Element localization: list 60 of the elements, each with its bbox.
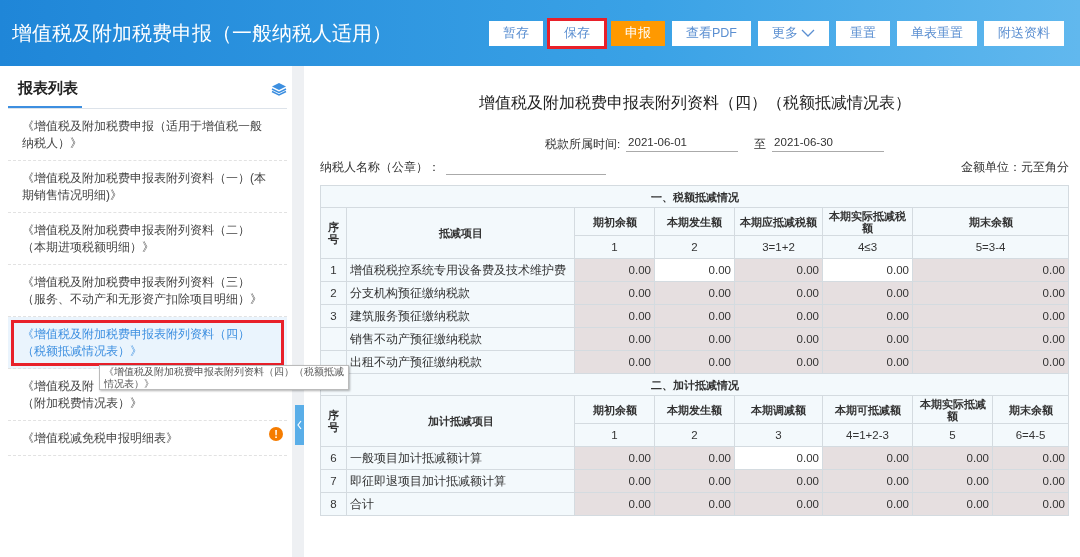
item-name-cell: 一般项目加计抵减额计算 xyxy=(346,446,575,470)
toolbar-button[interactable]: 查看PDF xyxy=(672,20,751,46)
unit-label: 金额单位：元至角分 xyxy=(961,160,1069,175)
item-name-cell: 出租不动产预征缴纳税款 xyxy=(346,350,575,374)
toolbar-button[interactable]: 暂存 xyxy=(489,20,543,46)
item-name-cell: 增值税税控系统专用设备费及技术维护费 xyxy=(346,258,575,282)
amount-cell: 0.00 xyxy=(912,327,1069,351)
page-title: 增值税及附加税费申报（一般纳税人适用） xyxy=(12,20,392,46)
report-list-item[interactable]: 《增值税及附加税费申报表附列资料（二） （本期进项税额明细）》 xyxy=(8,213,287,265)
row-number: 8 xyxy=(320,492,347,516)
amount-cell: 0.00 xyxy=(912,258,1069,282)
period-label: 税款所属时间: xyxy=(544,137,621,152)
column-header: 序号 xyxy=(320,395,347,447)
column-header: 期末余额 xyxy=(992,395,1069,424)
row-number: 7 xyxy=(320,469,347,493)
row-number: 1 xyxy=(320,258,347,282)
form-title: 增值税及附加税费申报表附列资料（四）（税额抵减情况表） xyxy=(477,93,912,113)
column-header: 本期调减额 xyxy=(734,395,823,424)
toolbar-button[interactable]: 保存 xyxy=(550,20,604,46)
amount-cell: 0.00 xyxy=(912,281,1069,305)
column-header: 本期发生额 xyxy=(654,207,735,236)
layers-icon[interactable] xyxy=(271,82,287,96)
caret-icon xyxy=(801,28,815,38)
column-header: 期末余额 xyxy=(912,207,1069,236)
row-number: 3 xyxy=(320,304,347,328)
column-header: 期初余额 xyxy=(574,395,655,424)
column-header: 加计抵减项目 xyxy=(346,395,575,447)
taxpayer-label: 纳税人名称（公章）： xyxy=(320,160,440,175)
item-name-cell: 合计 xyxy=(346,492,575,516)
column-header: 序号 xyxy=(320,207,347,259)
toolbar-button[interactable]: 重置 xyxy=(836,20,890,46)
item-name-cell: 即征即退项目加计抵减额计算 xyxy=(346,469,575,493)
toolbar-button[interactable]: 附送资料 xyxy=(984,20,1064,46)
amount-cell: 0.00 xyxy=(912,304,1069,328)
tooltip: 《增值税及附加税费申报表附列资料（四）（税额抵减 情况表）》 xyxy=(99,365,349,390)
report-list-item[interactable]: 《增值税及附加税费申报（适用于增值税一般 纳税人）》 xyxy=(8,109,287,161)
row-number: 6 xyxy=(320,446,347,470)
item-name-cell: 分支机构预征缴纳税款 xyxy=(346,281,575,305)
column-header: 本期可抵减额 xyxy=(822,395,913,424)
period-separator: 至 xyxy=(754,137,767,152)
column-header: 本期实际抵减额 xyxy=(912,395,993,424)
formula-cell: 5=3-4 xyxy=(912,235,1069,259)
column-header: 本期发生额 xyxy=(654,395,735,424)
section-title: 一、税额抵减情况 xyxy=(320,185,1069,208)
sidebar-title: 报表列表 xyxy=(8,70,82,108)
toolbar-button[interactable]: 单表重置 xyxy=(897,20,977,46)
report-list-item[interactable]: 《增值税及附加税费申报表附列资料（一）(本 期销售情况明细)》 xyxy=(8,161,287,213)
column-header: 本期应抵减税额 xyxy=(734,207,823,236)
more-dropdown-button[interactable]: 更多 xyxy=(758,20,829,46)
item-name-cell: 销售不动产预征缴纳税款 xyxy=(346,327,575,351)
row-number: 2 xyxy=(320,281,347,305)
period-end-field[interactable]: 2021-06-30 xyxy=(772,136,885,152)
warning-badge: ! xyxy=(269,427,283,441)
column-header: 期初余额 xyxy=(574,207,655,236)
column-header: 本期实际抵减税额 xyxy=(822,207,913,236)
report-list-item[interactable]: 《增值税减免税申报明细表》 ! xyxy=(8,421,287,456)
period-start-field[interactable]: 2021-06-01 xyxy=(626,136,739,152)
amount-cell: 0.00 xyxy=(912,350,1069,374)
item-name-cell: 建筑服务预征缴纳税款 xyxy=(346,304,575,328)
column-header: 抵减项目 xyxy=(346,207,575,259)
